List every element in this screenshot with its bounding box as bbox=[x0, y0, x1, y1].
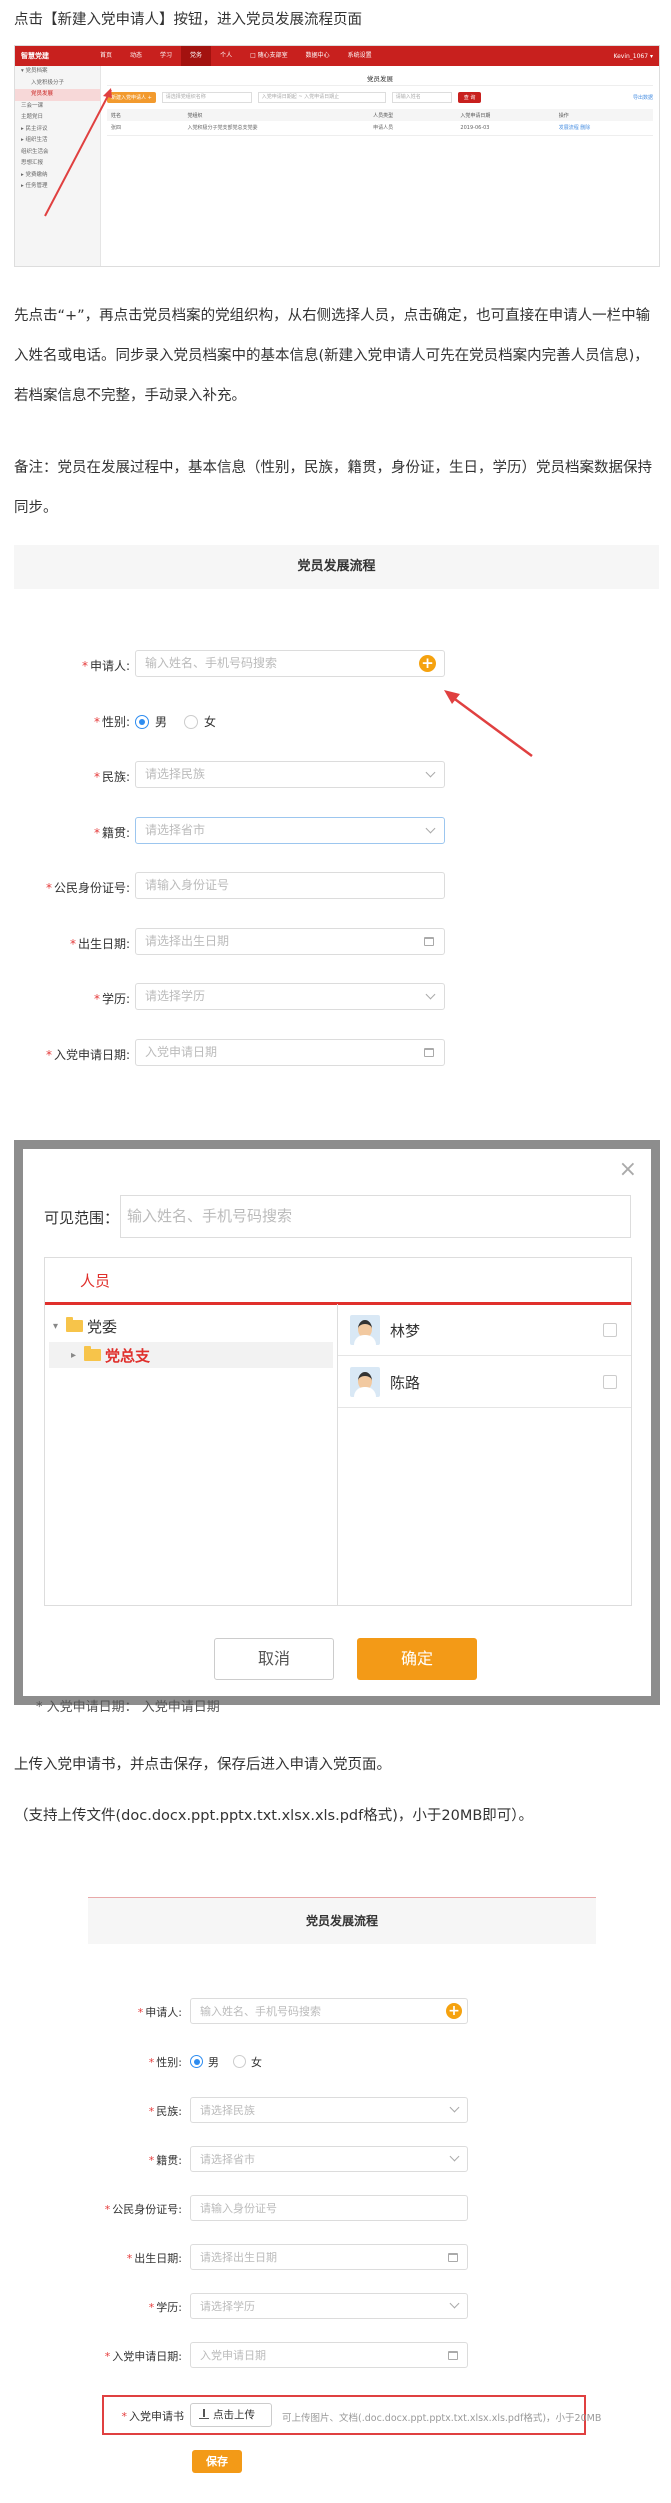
calendar-icon bbox=[424, 937, 434, 946]
applicant-label: * 申请人: bbox=[137, 2006, 182, 2019]
admin-screenshot: 智慧党建 首页 动态 学习 党务 个人 □ 随心支部室 数据中心 系统设置 Ke… bbox=[14, 45, 660, 267]
apply-date-input[interactable]: 入党申请日期 bbox=[190, 2342, 468, 2368]
avatar bbox=[350, 1367, 380, 1397]
id-number-label: * 公民身份证号: bbox=[45, 881, 130, 895]
birth-date-label: * 出生日期: bbox=[126, 2252, 182, 2265]
id-number-input[interactable]: 请输入身份证号 bbox=[190, 2195, 468, 2221]
select-person-modal: × 可见范围： 输入姓名、手机号码搜索 人员 ▾ 党委 ▸ 党总支 林梦 陈路 … bbox=[23, 1149, 651, 1696]
calendar-icon bbox=[448, 2253, 458, 2262]
cancel-button[interactable]: 取消 bbox=[214, 1638, 334, 1680]
folder-icon bbox=[84, 1346, 102, 1361]
ethnic-select[interactable]: 请选择民族 bbox=[190, 2097, 468, 2123]
upload-icon bbox=[199, 2409, 209, 2419]
calendar-icon bbox=[448, 2351, 458, 2360]
tree-node-label: 党总支 bbox=[105, 1346, 151, 1365]
gender-female-label: 女 bbox=[251, 2056, 262, 2069]
close-icon[interactable]: × bbox=[619, 1157, 637, 1182]
save-button[interactable]: 保存 bbox=[192, 2450, 242, 2473]
annotation-arrow-icon bbox=[444, 690, 533, 758]
flow-title: 党员发展流程 bbox=[14, 545, 659, 589]
education-label: * 学历: bbox=[148, 2301, 182, 2314]
upload-hint: 可上传图片、文档(.doc.docx.ppt.pptx.txt.xlsx.xls… bbox=[282, 2413, 602, 2424]
gender-female-radio[interactable] bbox=[184, 715, 198, 729]
org-tree: ▾ 党委 ▸ 党总支 bbox=[45, 1304, 338, 1605]
gender-male-radio[interactable] bbox=[190, 2055, 203, 2068]
applicant-input[interactable]: 输入姓名、手机号码搜索 bbox=[190, 1998, 468, 2024]
tree-node-label: 党委 bbox=[87, 1317, 118, 1336]
native-place-select[interactable]: 请选择省市 bbox=[190, 2146, 468, 2172]
tab-people[interactable]: 人员 bbox=[62, 1258, 128, 1304]
gender-female-label: 女 bbox=[204, 715, 217, 729]
add-icon[interactable]: + bbox=[419, 655, 436, 672]
chevron-right-icon: ▸ bbox=[71, 1349, 77, 1361]
gender-male-label: 男 bbox=[208, 2056, 219, 2069]
confirm-button[interactable]: 确定 bbox=[357, 1638, 477, 1680]
id-number-input[interactable]: 请输入身份证号 bbox=[135, 872, 445, 899]
avatar bbox=[350, 1315, 380, 1345]
format-paragraph: （支持上传文件(doc.docx.ppt.pptx.txt.xlsx.xls.p… bbox=[14, 1808, 534, 1824]
picker-tabs: 人员 bbox=[45, 1258, 631, 1305]
native-place-label: * 籍贯: bbox=[148, 2154, 182, 2167]
flow-title: 党员发展流程 bbox=[88, 1898, 596, 1944]
id-number-label: * 公民身份证号: bbox=[104, 2203, 182, 2216]
upload-paragraph: 上传入党申请书，并点击保存，保存后进入申请入党页面。 bbox=[14, 1757, 391, 1773]
person-name: 林梦 bbox=[390, 1322, 421, 1340]
ethnic-select[interactable]: 请选择民族 bbox=[135, 761, 445, 788]
picker-panel: 人员 ▾ 党委 ▸ 党总支 林梦 陈路 bbox=[44, 1257, 632, 1606]
person-name: 陈路 bbox=[390, 1374, 421, 1392]
apply-date-label: * 入党申请日期: bbox=[104, 2350, 182, 2363]
gender-male-label: 男 bbox=[155, 715, 168, 729]
education-select[interactable]: 请选择学历 bbox=[190, 2293, 468, 2319]
chevron-down-icon: ▾ bbox=[53, 1320, 59, 1332]
education-label: * 学历: bbox=[93, 992, 130, 1006]
native-place-label: * 籍贯: bbox=[93, 826, 130, 840]
ethnic-label: * 民族: bbox=[148, 2105, 182, 2118]
people-list: 林梦 陈路 bbox=[338, 1304, 631, 1605]
ethnic-label: * 民族: bbox=[93, 770, 130, 784]
folder-icon bbox=[66, 1317, 84, 1332]
apply-date-label: * 入党申请日期: bbox=[45, 1048, 130, 1062]
list-item[interactable]: 陈路 bbox=[338, 1356, 631, 1408]
note-paragraph: 备注：党员在发展过程中，基本信息（性别，民族，籍贯，身份证，生日，学历）党员档案… bbox=[14, 460, 652, 516]
apply-date-input[interactable]: 入党申请日期 bbox=[135, 1039, 445, 1066]
applicant-input[interactable]: 输入姓名、手机号码搜索 bbox=[135, 650, 445, 677]
birth-date-label: * 出生日期: bbox=[69, 937, 130, 951]
native-place-select[interactable]: 请选择省市 bbox=[135, 817, 445, 844]
annotation-arrow-icon bbox=[44, 88, 112, 217]
gender-male-radio[interactable] bbox=[135, 715, 149, 729]
modal-screenshot: × 可见范围： 输入姓名、手机号码搜索 人员 ▾ 党委 ▸ 党总支 林梦 陈路 … bbox=[14, 1140, 660, 1715]
calendar-icon bbox=[424, 1048, 434, 1057]
step-paragraph: 先点击“+”，再点击党员档案的党组织构，从右侧选择人员，点击确定，也可直接在申请… bbox=[14, 308, 651, 404]
education-select[interactable]: 请选择学历 bbox=[135, 983, 445, 1010]
tree-node-root[interactable]: ▾ 党委 bbox=[53, 1314, 117, 1338]
behind-modal-field: * 入党申请日期： 入党申请日期 bbox=[36, 1700, 220, 1715]
gender-female-radio[interactable] bbox=[233, 2055, 246, 2068]
intro-text: 点击【新建入党申请人】按钮，进入党员发展流程页面 bbox=[14, 12, 362, 28]
scope-search-input[interactable]: 输入姓名、手机号码搜索 bbox=[120, 1195, 631, 1238]
person-checkbox[interactable] bbox=[603, 1375, 617, 1389]
list-item[interactable]: 林梦 bbox=[338, 1304, 631, 1356]
gender-label: * 性别: bbox=[93, 715, 130, 729]
tree-node-child[interactable]: ▸ 党总支 bbox=[49, 1342, 333, 1368]
birth-date-input[interactable]: 请选择出生日期 bbox=[190, 2244, 468, 2270]
gender-label: * 性别: bbox=[148, 2056, 182, 2069]
application-letter-label: * 入党申请书 bbox=[121, 2410, 185, 2423]
add-icon[interactable]: + bbox=[446, 2003, 462, 2019]
applicant-label: * 申请人: bbox=[81, 659, 130, 673]
person-checkbox[interactable] bbox=[603, 1323, 617, 1337]
birth-date-input[interactable]: 请选择出生日期 bbox=[135, 928, 445, 955]
scope-label: 可见范围： bbox=[44, 1209, 120, 1227]
